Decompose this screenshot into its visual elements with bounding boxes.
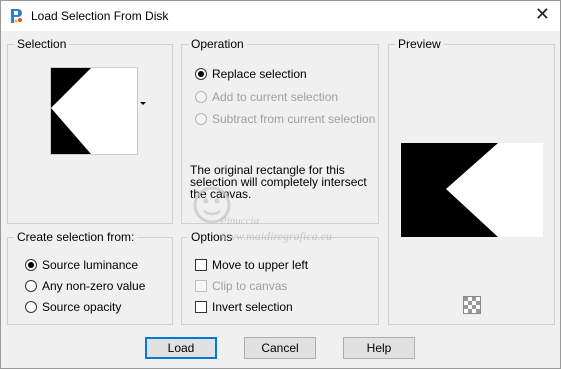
radio-indicator[interactable] — [25, 280, 37, 292]
any-non-zero-value-radio[interactable]: Any non-zero value — [25, 279, 145, 293]
add-to-selection-radio: Add to current selection — [195, 90, 338, 104]
cancel-button[interactable]: Cancel — [244, 337, 316, 359]
watermark-name: Pinuccia — [220, 215, 260, 227]
create-selection-from-group: Create selection from: Source luminance … — [7, 230, 173, 325]
chevron-down-icon[interactable] — [140, 102, 146, 105]
load-button[interactable]: Load — [145, 337, 217, 359]
title-bar: Load Selection From Disk ✕ — [1, 1, 560, 31]
source-opacity-radio[interactable]: Source opacity — [25, 300, 121, 314]
operation-group-label: Operation — [188, 37, 247, 51]
load-selection-dialog: Load Selection From Disk ✕ Selection Ope… — [0, 0, 561, 369]
any-non-zero-value-label: Any non-zero value — [42, 279, 146, 293]
radio-indicator — [195, 91, 207, 103]
source-opacity-label: Source opacity — [42, 300, 122, 314]
clip-to-canvas-label: Clip to canvas — [212, 279, 288, 293]
window-title: Load Selection From Disk — [31, 9, 169, 23]
create-selection-from-label: Create selection from: — [14, 230, 138, 244]
add-to-selection-label: Add to current selection — [212, 90, 339, 104]
selection-group: Selection — [7, 37, 173, 224]
replace-selection-radio[interactable]: Replace selection — [195, 67, 307, 81]
clip-to-canvas-checkbox: Clip to canvas — [195, 279, 287, 293]
subtract-from-selection-radio: Subtract from current selection — [195, 112, 375, 126]
watermark-url: www.maidiregrafica.eu — [220, 229, 332, 243]
help-button[interactable]: Help — [343, 337, 415, 359]
preview-group: Preview — [388, 37, 555, 325]
radio-indicator[interactable] — [195, 68, 207, 80]
radio-indicator — [195, 113, 207, 125]
selection-thumbnail[interactable] — [50, 67, 138, 155]
radio-indicator[interactable] — [25, 301, 37, 313]
invert-selection-label: Invert selection — [212, 300, 293, 314]
move-to-upper-left-label: Move to upper left — [212, 258, 309, 272]
invert-selection-checkbox[interactable]: Invert selection — [195, 300, 293, 314]
source-luminance-label: Source luminance — [42, 258, 139, 272]
preview-group-label: Preview — [395, 37, 444, 51]
paintshop-app-icon — [11, 9, 22, 23]
checkbox-indicator — [195, 280, 207, 292]
subtract-from-selection-label: Subtract from current selection — [212, 112, 376, 126]
source-luminance-radio[interactable]: Source luminance — [25, 258, 138, 272]
checkbox-indicator[interactable] — [195, 301, 207, 313]
checkerboard-icon[interactable] — [463, 296, 481, 314]
options-group: Options Move to upper left Clip to canva… — [181, 230, 379, 325]
preview-image — [401, 143, 543, 237]
replace-selection-label: Replace selection — [212, 67, 307, 81]
close-icon[interactable]: ✕ — [535, 5, 550, 23]
checkbox-indicator[interactable] — [195, 259, 207, 271]
radio-indicator[interactable] — [25, 259, 37, 271]
move-to-upper-left-checkbox[interactable]: Move to upper left — [195, 258, 308, 272]
selection-group-label: Selection — [14, 37, 70, 51]
